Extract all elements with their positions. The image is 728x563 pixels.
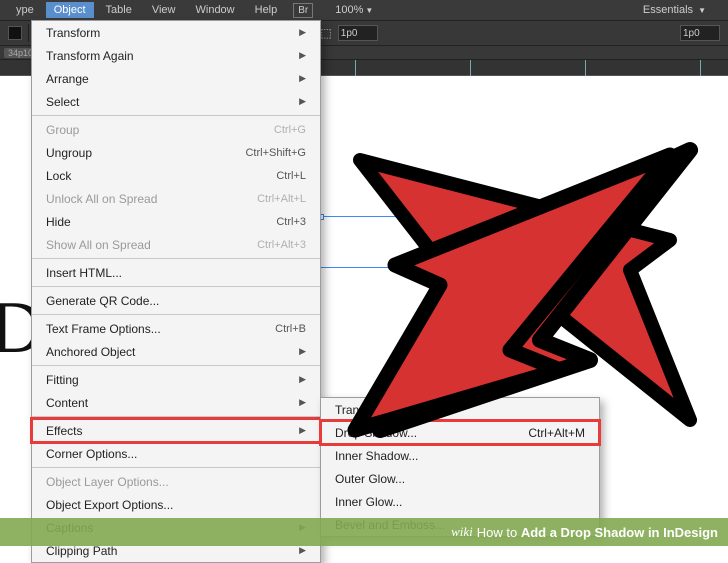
menu-object-export-options[interactable]: Object Export Options... [32,493,320,516]
inset-icon: ⬚ [320,26,331,40]
workspace-switcher[interactable]: Essentials ▼ [643,4,706,16]
submenu-arrow-icon: ▶ [299,425,306,436]
effects-submenu: Transparency... Drop Shadow...Ctrl+Alt+M… [320,397,600,537]
menu-type[interactable]: ype [8,2,42,18]
menu-unlock-all: Unlock All on SpreadCtrl+Alt+L [32,187,320,210]
tutorial-banner: wiki How to Add a Drop Shadow in InDesig… [0,518,728,546]
bridge-badge[interactable]: Br [293,3,313,18]
menu-qr-code[interactable]: Generate QR Code... [32,289,320,312]
menu-corner-options[interactable]: Corner Options... [32,442,320,465]
menu-object[interactable]: Object [46,2,94,18]
menu-anchored-object[interactable]: Anchored Object▶ [32,340,320,363]
inset-input[interactable] [680,25,720,41]
zoom-level[interactable]: 100%▼ [335,4,373,16]
menu-group: GroupCtrl+G [32,118,320,141]
menu-transform[interactable]: Transform▶ [32,21,320,44]
object-menu: Transform▶ Transform Again▶ Arrange▶ Sel… [31,20,321,563]
menu-content[interactable]: Content▶ [32,391,320,414]
menu-help[interactable]: Help [247,2,286,18]
submenu-transparency[interactable]: Transparency... [321,398,599,421]
menu-ungroup[interactable]: UngroupCtrl+Shift+G [32,141,320,164]
menu-view[interactable]: View [144,2,184,18]
inset-input[interactable] [338,25,378,41]
menu-window[interactable]: Window [188,2,243,18]
banner-text: How to Add a Drop Shadow in InDesign [477,525,718,540]
submenu-arrow-icon: ▶ [299,50,306,61]
handle-icon[interactable] [554,214,560,220]
menu-fitting[interactable]: Fitting▶ [32,368,320,391]
selection-frame[interactable] [320,216,558,268]
wiki-logo: wiki [451,524,473,540]
submenu-arrow-icon: ▶ [299,27,306,38]
menu-insert-html[interactable]: Insert HTML... [32,261,320,284]
menubar: ype Object Table View Window Help Br 100… [0,0,728,20]
submenu-inner-glow[interactable]: Inner Glow... [321,490,599,513]
menu-arrange[interactable]: Arrange▶ [32,67,320,90]
menu-object-layer-options: Object Layer Options... [32,470,320,493]
fill-swatch[interactable] [8,26,22,40]
menu-table[interactable]: Table [98,2,140,18]
submenu-arrow-icon: ▶ [299,73,306,84]
menu-text-frame-options[interactable]: Text Frame Options...Ctrl+B [32,317,320,340]
submenu-arrow-icon: ▶ [299,96,306,107]
menu-select[interactable]: Select▶ [32,90,320,113]
submenu-arrow-icon: ▶ [299,374,306,385]
submenu-arrow-icon: ▶ [299,397,306,408]
submenu-arrow-icon: ▶ [299,346,306,357]
submenu-arrow-icon: ▶ [299,545,306,556]
menu-lock[interactable]: LockCtrl+L [32,164,320,187]
submenu-inner-shadow[interactable]: Inner Shadow... [321,444,599,467]
menu-show-all: Show All on SpreadCtrl+Alt+3 [32,233,320,256]
menu-effects[interactable]: Effects▶ [32,419,320,442]
chevron-down-icon: ▼ [365,6,373,15]
submenu-outer-glow[interactable]: Outer Glow... [321,467,599,490]
menu-transform-again[interactable]: Transform Again▶ [32,44,320,67]
menu-hide[interactable]: HideCtrl+3 [32,210,320,233]
submenu-drop-shadow[interactable]: Drop Shadow...Ctrl+Alt+M [321,421,599,444]
handle-icon[interactable] [436,214,442,220]
chevron-down-icon: ▼ [698,6,706,15]
handle-icon[interactable] [554,239,560,245]
